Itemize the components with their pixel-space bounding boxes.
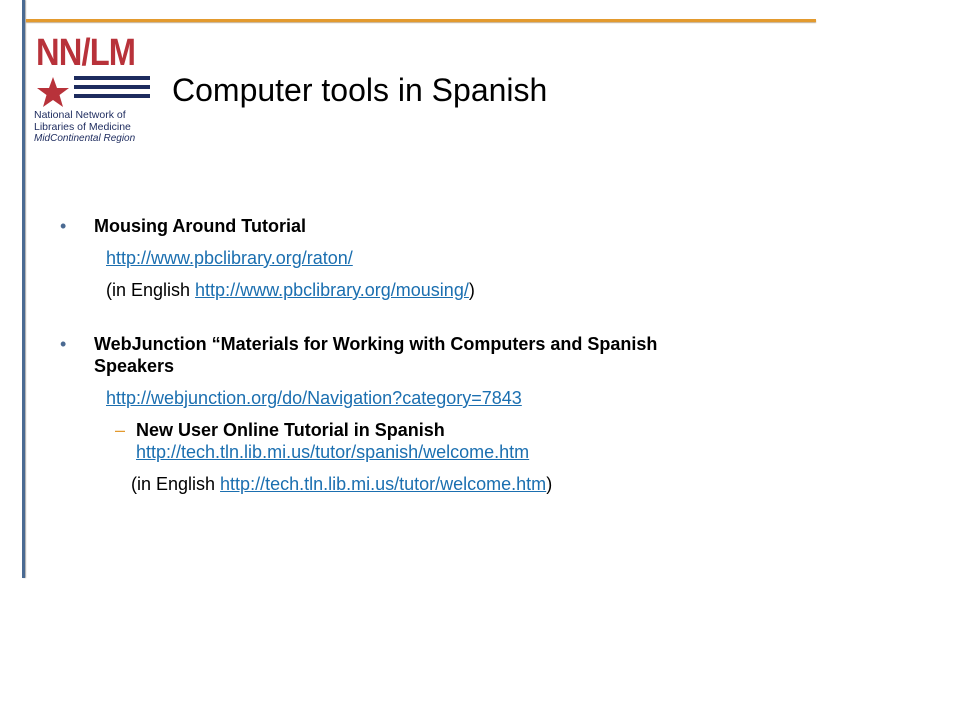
nnlm-logo: NN/LM National Network of Libraries of M…: [34, 32, 154, 144]
english-version-line: (in English http://tech.tln.lib.mi.us/tu…: [131, 473, 908, 495]
english-prefix: (in English: [131, 474, 221, 494]
english-version-line: (in English http://www.pbclibrary.org/mo…: [58, 279, 908, 301]
mousing-link[interactable]: http://www.pbclibrary.org/mousing/: [195, 280, 469, 300]
bullet-dot: •: [60, 216, 67, 236]
english-suffix: ): [546, 474, 553, 494]
star-icon: [37, 77, 69, 107]
bullet-mousing-around: • Mousing Around Tutorial http://www.pbc…: [58, 215, 908, 301]
raton-link[interactable]: http://www.pbclibrary.org/raton/: [106, 248, 353, 268]
english-tutor-link[interactable]: http://tech.tln.lib.mi.us/tutor/welcome.…: [220, 474, 546, 494]
bullet-heading: Mousing Around Tutorial: [94, 216, 306, 236]
sub-bullet-new-user-tutorial: – New User Online Tutorial in Spanish ht…: [58, 419, 908, 495]
logo-line-1: National Network of: [34, 109, 126, 121]
bullet-dot: •: [60, 334, 67, 354]
webjunction-link[interactable]: http://webjunction.org/do/Navigation?cat…: [106, 388, 522, 408]
logo-stripes: [74, 76, 150, 103]
left-vertical-rule: [22, 0, 25, 578]
spanish-tutor-link[interactable]: http://tech.tln.lib.mi.us/tutor/spanish/…: [136, 442, 529, 462]
logo-line-3: MidContinental Region: [34, 133, 136, 144]
slide-content: • Mousing Around Tutorial http://www.pbc…: [58, 215, 908, 495]
bullet-heading-line-1: WebJunction “Materials for Working with …: [94, 334, 658, 354]
slide-title: Computer tools in Spanish: [172, 72, 548, 108]
top-horizontal-rule: [26, 19, 816, 22]
bullet-webjunction: • WebJunction “Materials for Working wit…: [58, 333, 908, 495]
bullet-heading-line-2: Speakers: [94, 356, 175, 376]
english-prefix: (in English: [106, 280, 196, 300]
logo-line-2: Libraries of Medicine: [34, 121, 131, 133]
logo-mark: NN/LM: [36, 32, 136, 74]
sub-bullet-heading: New User Online Tutorial in Spanish: [136, 420, 445, 440]
sub-bullet-dash: –: [115, 420, 126, 440]
english-suffix: ): [468, 280, 475, 300]
